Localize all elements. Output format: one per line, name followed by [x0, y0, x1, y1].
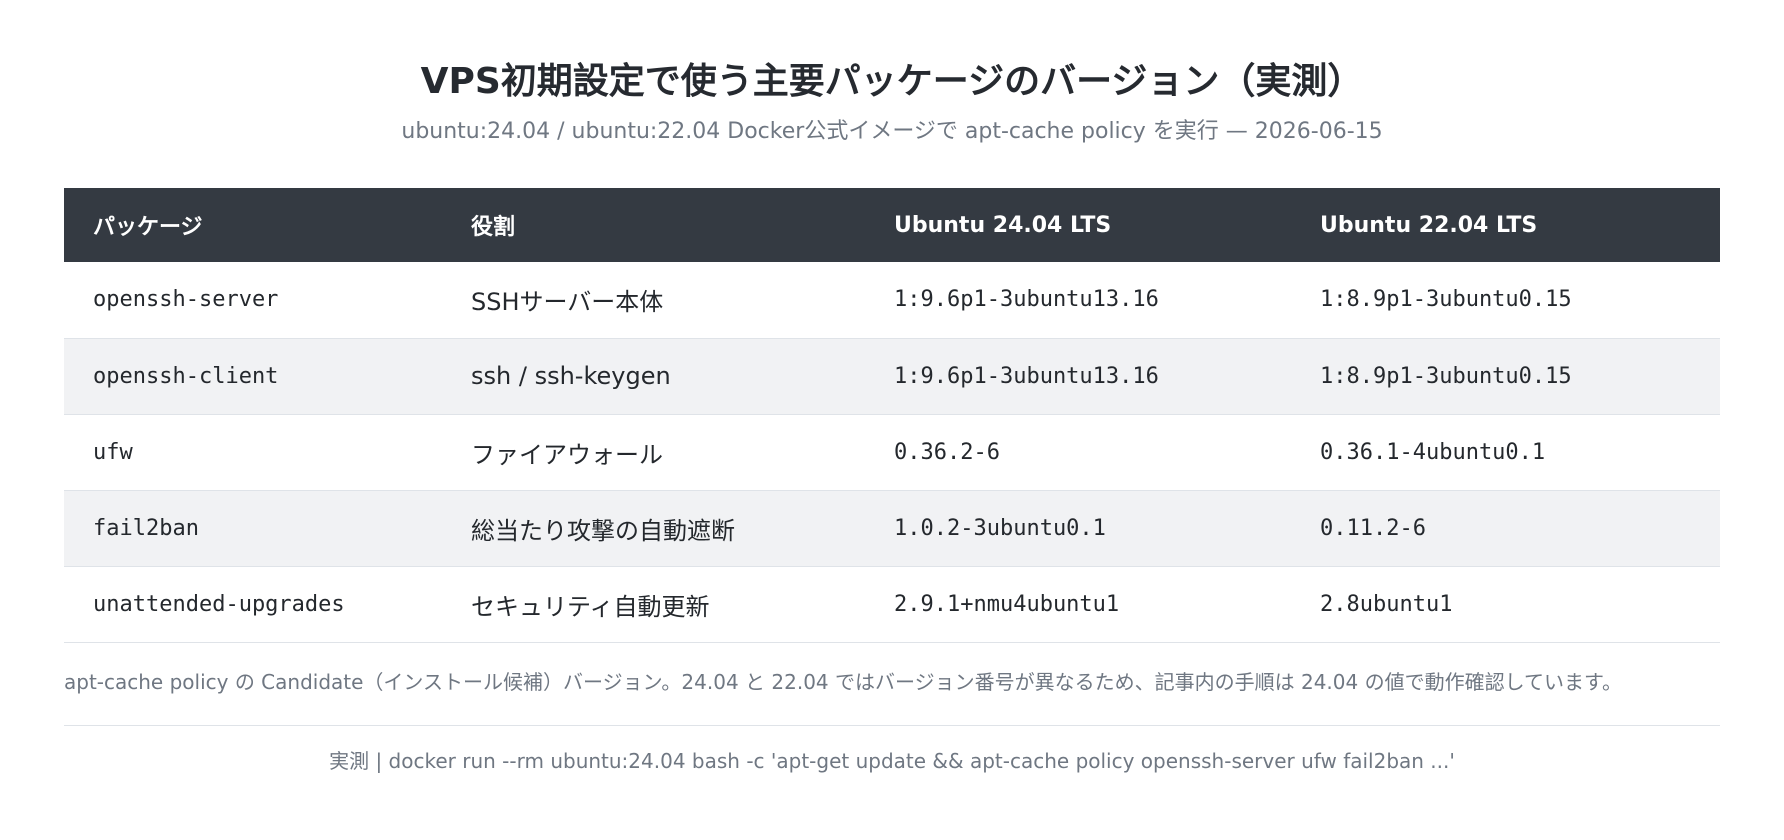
cell-role: 総当たり攻撃の自動遮断 [471, 516, 735, 545]
cell-version-2204: 0.11.2-6 [1320, 515, 1426, 541]
cell-version-2204: 1:8.9p1-3ubuntu0.15 [1320, 363, 1572, 389]
page: VPS初期設定で使う主要パッケージのバージョン（実測） ubuntu:24.04… [0, 0, 1784, 840]
table-row: openssh-server SSHサーバー本体 1:9.6p1-3ubuntu… [64, 262, 1720, 338]
cell-role: ssh / ssh-keygen [471, 362, 671, 390]
cell-package: fail2ban [93, 515, 199, 541]
cell-version-2404: 2.9.1+nmu4ubuntu1 [894, 591, 1120, 617]
version-table: パッケージ 役割 Ubuntu 24.04 LTS Ubuntu 22.04 L… [64, 188, 1720, 643]
header-role: 役割 [471, 215, 516, 240]
header-package: パッケージ [93, 215, 203, 240]
cell-package: openssh-client [93, 363, 279, 389]
table-row: fail2ban 総当たり攻撃の自動遮断 1.0.2-3ubuntu0.1 0.… [64, 490, 1720, 566]
table-header-row: パッケージ 役割 Ubuntu 24.04 LTS Ubuntu 22.04 L… [64, 188, 1720, 262]
header-ubuntu-2404: Ubuntu 24.04 LTS [894, 212, 1112, 238]
page-subtitle: ubuntu:24.04 / ubuntu:22.04 Docker公式イメージ… [401, 119, 1383, 144]
cell-version-2404: 0.36.2-6 [894, 439, 1000, 465]
page-title: VPS初期設定で使う主要パッケージのバージョン（実測） [420, 61, 1364, 102]
cell-package: ufw [93, 439, 133, 465]
cell-role: セキュリティ自動更新 [471, 592, 710, 621]
cell-package: openssh-server [93, 287, 279, 313]
source-caption: 実測 | docker run --rm ubuntu:24.04 bash -… [329, 748, 1455, 773]
cell-role: ファイアウォール [471, 440, 663, 469]
cell-version-2404: 1:9.6p1-3ubuntu13.16 [894, 363, 1159, 389]
cell-role: SSHサーバー本体 [471, 288, 664, 317]
cell-package: unattended-upgrades [93, 591, 345, 617]
table-row: unattended-upgrades セキュリティ自動更新 2.9.1+nmu… [64, 566, 1720, 642]
header-ubuntu-2204: Ubuntu 22.04 LTS [1320, 212, 1538, 238]
cell-version-2204: 2.8ubuntu1 [1320, 591, 1453, 617]
table-row: openssh-client ssh / ssh-keygen 1:9.6p1-… [64, 338, 1720, 414]
cell-version-2204: 1:8.9p1-3ubuntu0.15 [1320, 287, 1572, 313]
cell-version-2204: 0.36.1-4ubuntu0.1 [1320, 439, 1546, 465]
cell-version-2404: 1.0.2-3ubuntu0.1 [894, 515, 1106, 541]
table-footnote: apt-cache policy の Candidate（インストール候補）バー… [64, 667, 1720, 726]
cell-version-2404: 1:9.6p1-3ubuntu13.16 [894, 287, 1159, 313]
table-row: ufw ファイアウォール 0.36.2-6 0.36.1-4ubuntu0.1 [64, 414, 1720, 490]
